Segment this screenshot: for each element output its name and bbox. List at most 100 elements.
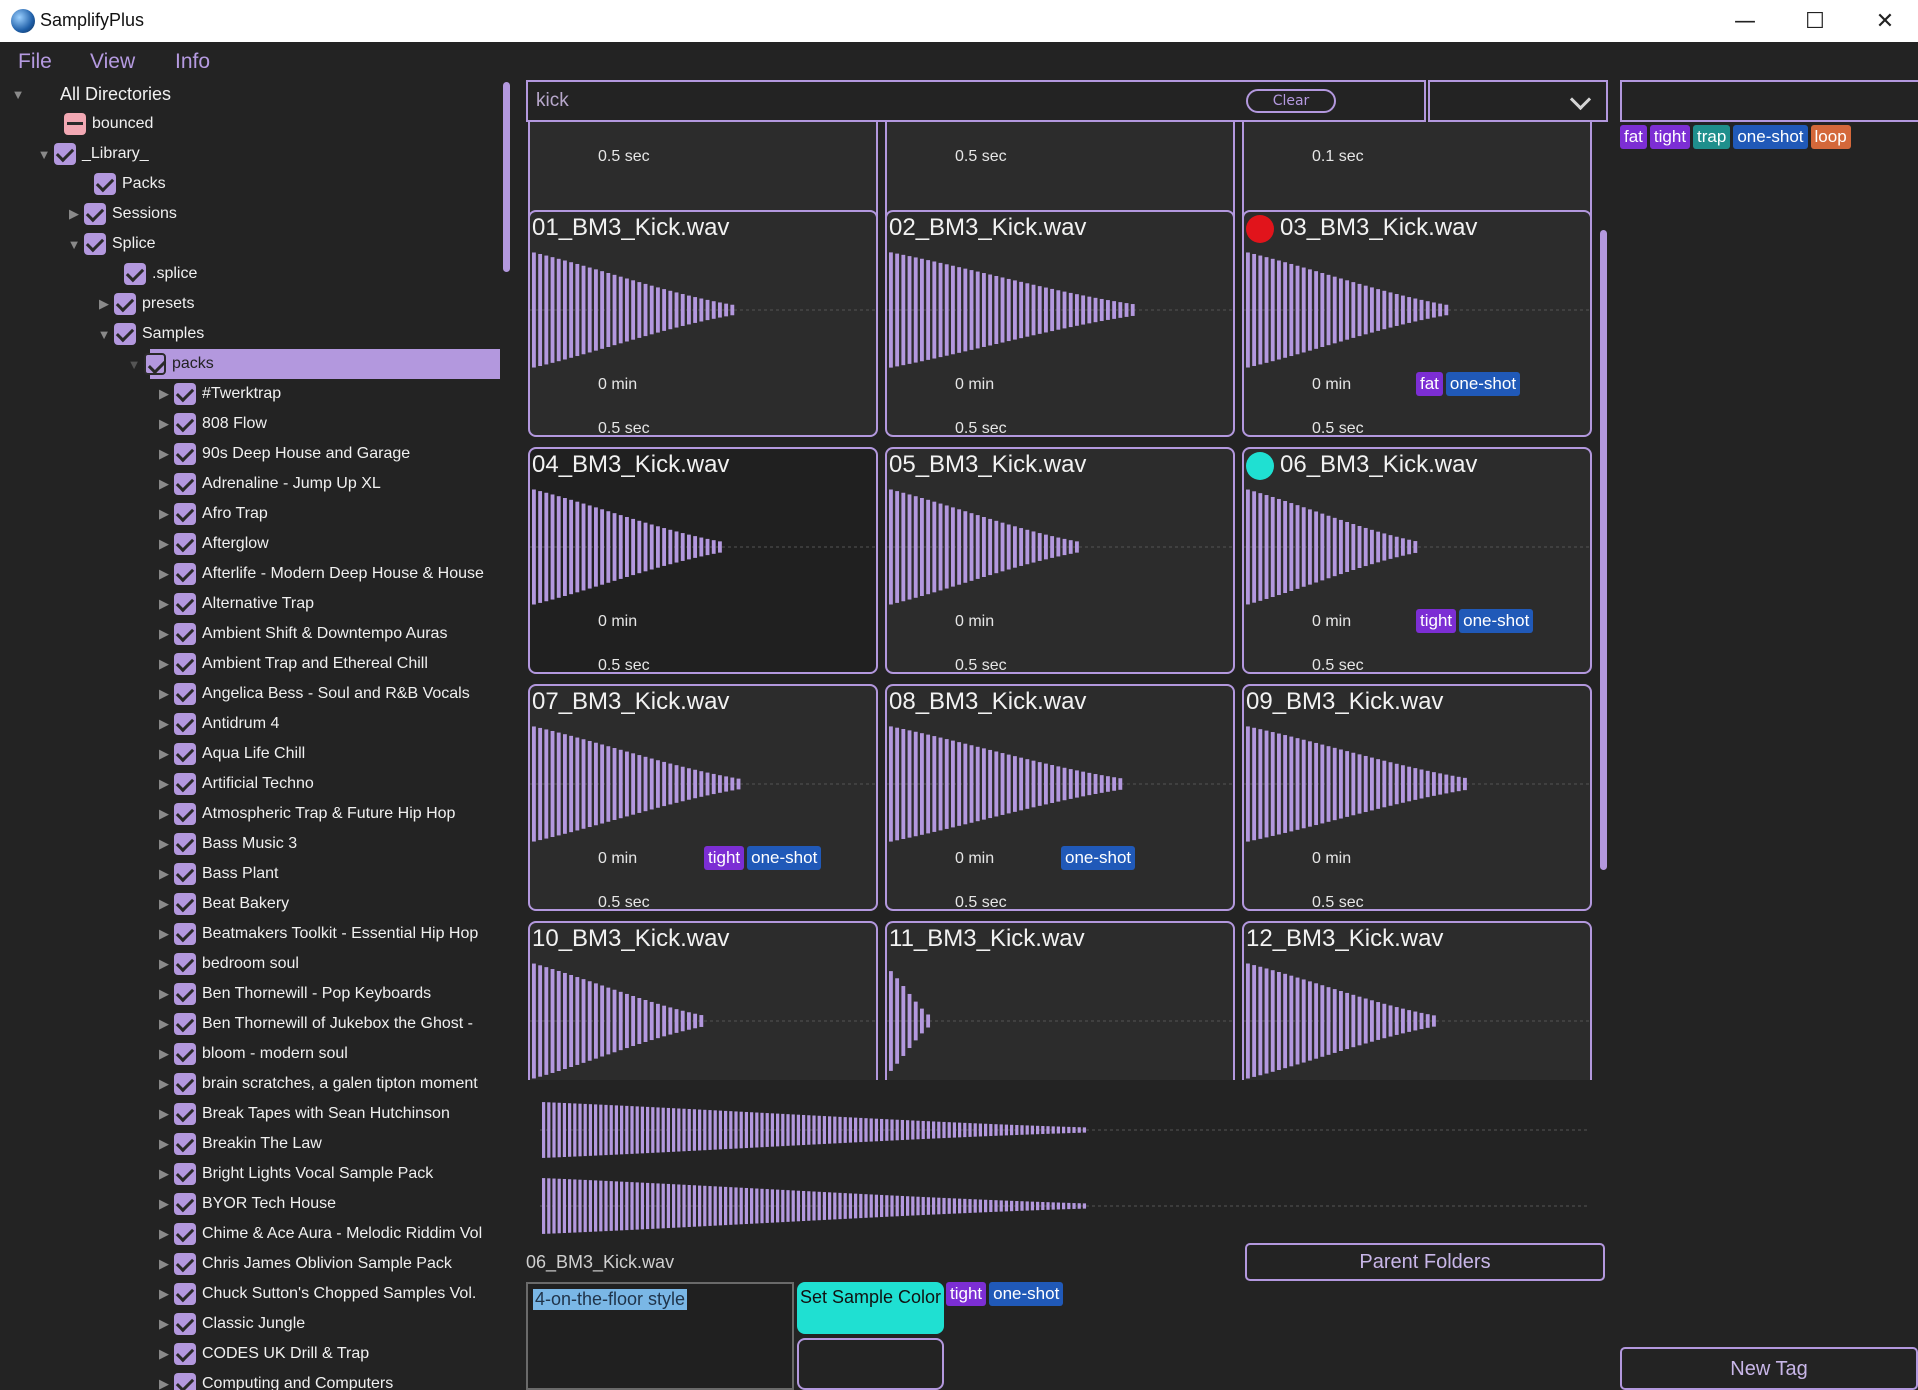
expand-arrow-icon[interactable]: ▶	[154, 1136, 174, 1152]
checkbox[interactable]	[174, 1223, 196, 1245]
collapse-arrow-icon[interactable]: ▼	[8, 87, 28, 102]
menu-info[interactable]: Info	[175, 50, 210, 74]
checkbox[interactable]	[84, 233, 106, 255]
checkbox[interactable]	[174, 1193, 196, 1215]
expand-arrow-icon[interactable]: ▶	[154, 386, 174, 402]
expand-arrow-icon[interactable]: ▶	[154, 1196, 174, 1212]
checkbox[interactable]	[174, 803, 196, 825]
tree-item-pack[interactable]: ▶ Beat Bakery	[154, 891, 289, 917]
expand-arrow-icon[interactable]: ▶	[154, 416, 174, 432]
expand-arrow-icon[interactable]: ▶	[154, 716, 174, 732]
collapse-arrow-icon[interactable]: ▼	[34, 147, 54, 162]
tree-item-packs-selected[interactable]: ▼ packs	[124, 351, 214, 377]
tree-item-pack[interactable]: ▶ Computing and Computers	[154, 1371, 393, 1390]
checkbox[interactable]	[174, 1343, 196, 1365]
collapse-arrow-icon[interactable]: ▼	[64, 237, 84, 252]
parent-folders-button[interactable]: Parent Folders	[1245, 1243, 1605, 1281]
tree-item-pack[interactable]: ▶ Afterlife - Modern Deep House & House	[154, 561, 484, 587]
tag-search-input[interactable]	[1620, 80, 1918, 122]
tag-oneshot[interactable]: one-shot	[1445, 372, 1521, 396]
expand-arrow-icon[interactable]: ▶	[154, 536, 174, 552]
tree-item-pack[interactable]: ▶ 90s Deep House and Garage	[154, 441, 410, 467]
expand-arrow-icon[interactable]: ▶	[154, 1046, 174, 1062]
checkbox[interactable]	[174, 653, 196, 675]
sample-card[interactable]: 09_BM3_Kick.wav 0 min 0.5 sec	[1242, 684, 1592, 911]
tag-tight[interactable]: tight	[1649, 125, 1691, 149]
expand-arrow-icon[interactable]: ▶	[154, 896, 174, 912]
tree-item-pack[interactable]: ▶ Chime & Ace Aura - Melodic Riddim Vol	[154, 1221, 482, 1247]
expand-arrow-icon[interactable]: ▶	[64, 206, 84, 222]
checkbox[interactable]	[174, 773, 196, 795]
tree-item-pack[interactable]: ▶ Aqua Life Chill	[154, 741, 305, 767]
tree-scrollbar[interactable]	[503, 82, 510, 272]
checkbox[interactable]	[174, 1133, 196, 1155]
search-input[interactable]: kick Clear	[526, 80, 1426, 122]
checkbox[interactable]	[174, 743, 196, 765]
tree-item-pack[interactable]: ▶ Ambient Trap and Ethereal Chill	[154, 651, 428, 677]
checkbox[interactable]	[114, 293, 136, 315]
expand-arrow-icon[interactable]: ▶	[154, 1376, 174, 1390]
expand-arrow-icon[interactable]: ▶	[154, 596, 174, 612]
tree-item-pack[interactable]: ▶ Angelica Bess - Soul and R&B Vocals	[154, 681, 470, 707]
checkbox[interactable]	[54, 143, 76, 165]
expand-arrow-icon[interactable]: ▶	[154, 1346, 174, 1362]
tree-root[interactable]: ▼ All Directories	[8, 81, 171, 107]
sample-card[interactable]: 01_BM3_Kick.wav 0 min 0.5 sec	[528, 210, 878, 437]
close-button[interactable]: ✕	[1850, 0, 1918, 42]
clear-search-button[interactable]: Clear	[1246, 89, 1336, 113]
tree-item-pack[interactable]: ▶ 808 Flow	[154, 411, 267, 437]
collapse-arrow-icon[interactable]: ▼	[94, 327, 114, 342]
checkbox[interactable]	[174, 1373, 196, 1390]
sample-card[interactable]: 03_BM3_Kick.wav 0 min 0.5 sec fat one-shot	[1242, 210, 1592, 437]
tree-item-pack[interactable]: ▶ brain scratches, a galen tipton moment	[154, 1071, 478, 1097]
sort-dropdown[interactable]	[1428, 80, 1608, 122]
checkbox[interactable]	[174, 593, 196, 615]
tag-fat[interactable]: fat	[1620, 125, 1647, 149]
checkbox[interactable]	[174, 533, 196, 555]
tree-item-pack[interactable]: ▶ Antidrum 4	[154, 711, 279, 737]
tag-trap[interactable]: trap	[1693, 125, 1731, 149]
tree-item-packs-top[interactable]: Packs	[74, 171, 166, 197]
checkbox[interactable]	[174, 953, 196, 975]
tree-item-pack[interactable]: ▶ BYOR Tech House	[154, 1191, 336, 1217]
expand-arrow-icon[interactable]: ▶	[154, 626, 174, 642]
expand-arrow-icon[interactable]: ▶	[154, 956, 174, 972]
color-picker-box[interactable]	[797, 1338, 944, 1390]
expand-arrow-icon[interactable]: ▶	[154, 1286, 174, 1302]
expand-arrow-icon[interactable]: ▶	[154, 986, 174, 1002]
checkbox[interactable]	[174, 473, 196, 495]
tag-oneshot[interactable]: one-shot	[989, 1282, 1064, 1306]
tag-tight[interactable]: tight	[1416, 609, 1457, 633]
tag-oneshot[interactable]: one-shot	[747, 846, 822, 870]
tree-item-pack[interactable]: ▶ bedroom soul	[154, 951, 299, 977]
checkbox[interactable]	[174, 923, 196, 945]
expand-arrow-icon[interactable]: ▶	[154, 1076, 174, 1092]
expand-arrow-icon[interactable]: ▶	[154, 656, 174, 672]
expand-arrow-icon[interactable]: ▶	[154, 1226, 174, 1242]
tree-item-pack[interactable]: ▶ Ben Thornewill - Pop Keyboards	[154, 981, 431, 1007]
tag-oneshot[interactable]: one-shot	[1459, 609, 1534, 633]
checkbox[interactable]	[144, 353, 166, 375]
tree-item-pack[interactable]: ▶ Atmospheric Trap & Future Hip Hop	[154, 801, 455, 827]
expand-arrow-icon[interactable]: ▶	[154, 1316, 174, 1332]
tree-item-pack[interactable]: ▶ Bright Lights Vocal Sample Pack	[154, 1161, 433, 1187]
expand-arrow-icon[interactable]: ▶	[154, 806, 174, 822]
checkbox[interactable]	[174, 443, 196, 465]
tree-item-pack[interactable]: ▶ Bass Music 3	[154, 831, 297, 857]
tree-item-pack[interactable]: ▶ Bass Plant	[154, 861, 278, 887]
set-sample-color-button[interactable]: Set Sample Color	[797, 1282, 944, 1334]
checkbox[interactable]	[114, 323, 136, 345]
expand-arrow-icon[interactable]: ▶	[94, 296, 114, 312]
menu-file[interactable]: File	[18, 50, 52, 74]
tree-item-pack[interactable]: ▶ Chris James Oblivion Sample Pack	[154, 1251, 452, 1277]
expand-arrow-icon[interactable]: ▶	[154, 506, 174, 522]
tag-fat[interactable]: fat	[1416, 372, 1443, 396]
checkbox[interactable]	[174, 713, 196, 735]
sample-card[interactable]: 10_BM3_Kick.wav	[528, 921, 878, 1080]
tree-item-pack[interactable]: ▶ Breakin The Law	[154, 1131, 322, 1157]
tree-item-splice[interactable]: ▼ Splice	[64, 231, 156, 257]
expand-arrow-icon[interactable]: ▶	[154, 1256, 174, 1272]
checkbox[interactable]	[174, 1073, 196, 1095]
checkbox[interactable]	[174, 383, 196, 405]
expand-arrow-icon[interactable]: ▶	[154, 446, 174, 462]
